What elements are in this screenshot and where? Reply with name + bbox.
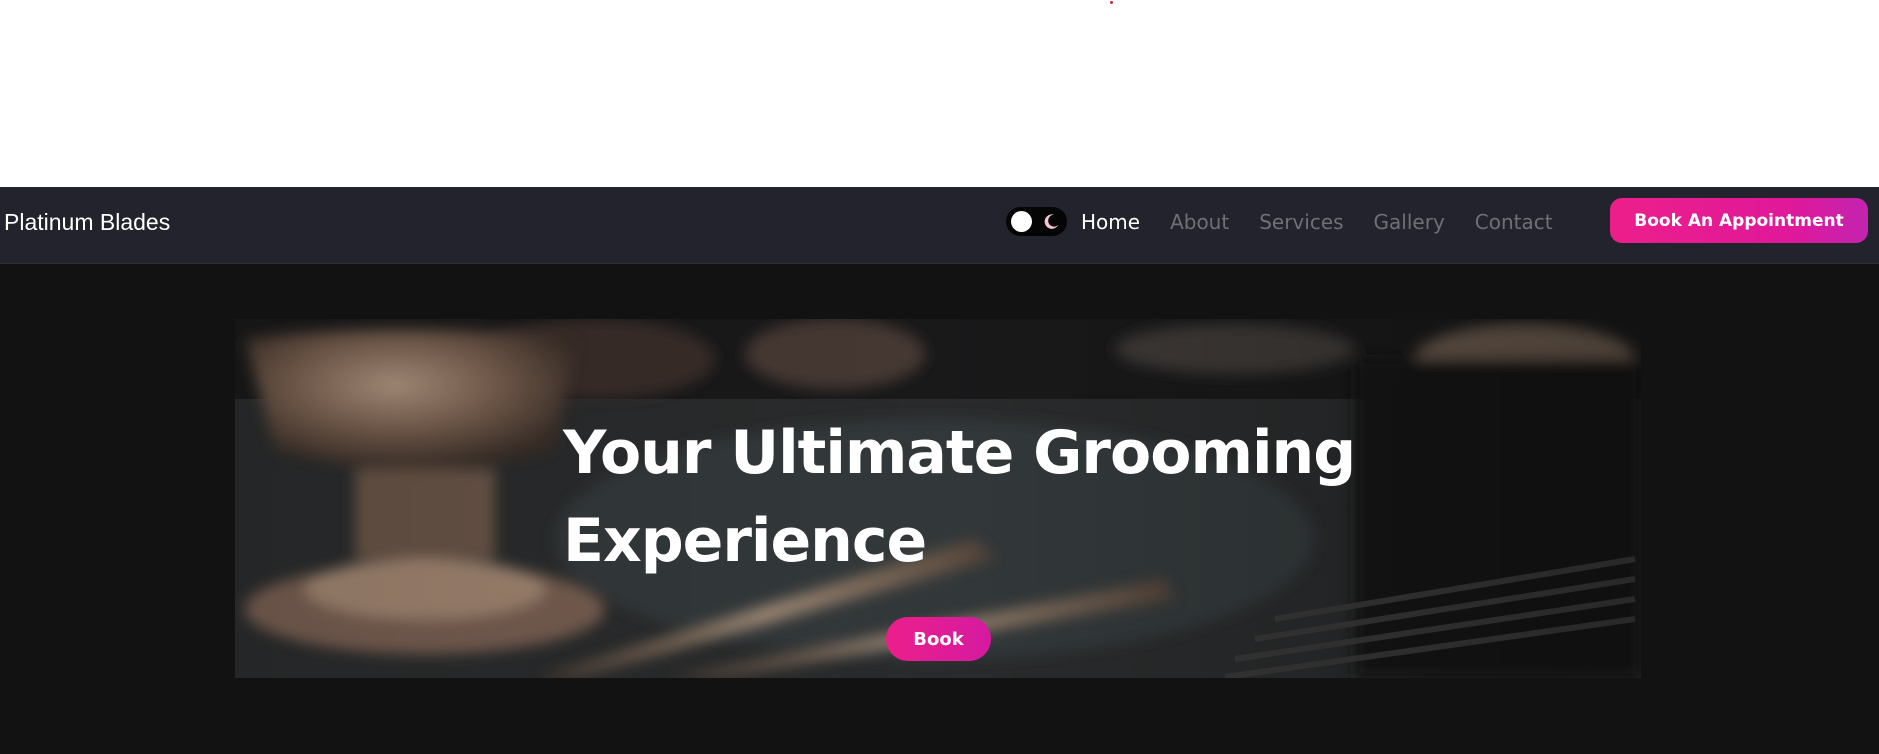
book-appointment-button[interactable]: Book An Appointment	[1610, 198, 1868, 243]
red-dot-marker	[1110, 1, 1113, 4]
brand-logo[interactable]: Platinum Blades	[4, 187, 170, 264]
hero-title-line-1: Your Ultimate Grooming	[563, 418, 1356, 488]
nav-link-contact[interactable]: Contact	[1475, 210, 1553, 234]
hero-banner: Your Ultimate Grooming Experience Book	[235, 319, 1641, 678]
theme-toggle[interactable]	[1006, 207, 1067, 236]
hero-title-line-2: Experience	[563, 506, 927, 576]
main-nav: Home About Services Gallery Contact	[1081, 187, 1583, 257]
nav-link-about[interactable]: About	[1170, 210, 1229, 234]
hero-title: Your Ultimate Grooming Experience	[563, 409, 1356, 585]
nav-link-services[interactable]: Services	[1259, 210, 1343, 234]
nav-link-gallery[interactable]: Gallery	[1374, 210, 1445, 234]
toggle-knob-icon	[1011, 211, 1032, 232]
nav-link-home[interactable]: Home	[1081, 210, 1140, 234]
moon-icon	[1044, 214, 1059, 229]
hero-book-button[interactable]: Book	[886, 617, 991, 661]
main-section: Your Ultimate Grooming Experience Book	[0, 264, 1879, 754]
navbar: Platinum Blades Home About Services Gall…	[0, 187, 1879, 264]
